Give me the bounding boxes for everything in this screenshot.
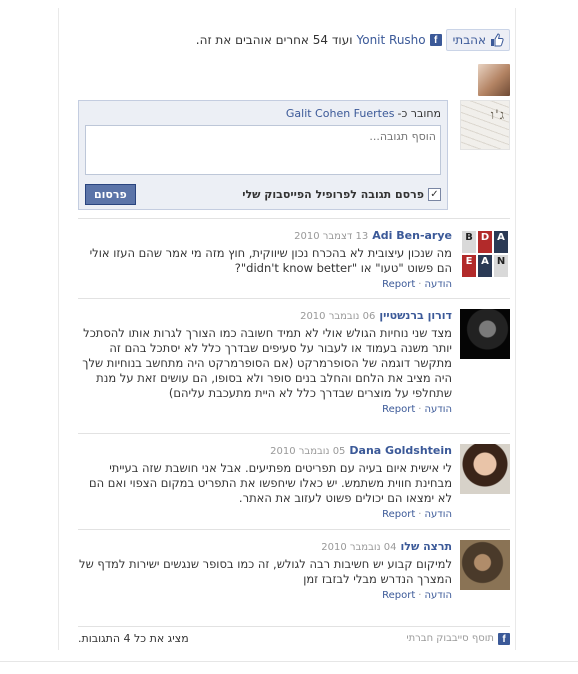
comment-text: לי אישית איום בעיה עם תפריטים מפתיעים. א… bbox=[88, 461, 452, 505]
comment-text: מצד שני נוחיות הגולש אולי לא תמיד חשובה … bbox=[82, 326, 452, 400]
commenter-avatar bbox=[460, 540, 510, 590]
posting-as: מחובר כ- Galit Cohen Fuertes bbox=[85, 107, 441, 123]
commenter-name[interactable]: Adi Ben-arye bbox=[372, 229, 452, 242]
commenter-avatar: A D B N A E bbox=[460, 229, 510, 279]
like-summary: Yonit Rusho ועוד 54 אחרים אוהבים את זה. bbox=[196, 33, 426, 47]
avatar-letter: B bbox=[462, 231, 476, 253]
avatar-letter: A bbox=[494, 231, 508, 253]
post-to-profile-option[interactable]: ✓ פרסם תגובה לפרופיל הפייסבוק שלי bbox=[242, 188, 441, 201]
like-button-label: אהבתי bbox=[452, 33, 486, 47]
separator: · bbox=[418, 590, 422, 601]
report-link[interactable]: Report bbox=[382, 590, 415, 601]
reply-link[interactable]: הודעה bbox=[424, 590, 452, 601]
friend-link[interactable]: Yonit Rusho bbox=[356, 33, 425, 47]
like-button[interactable]: אהבתי bbox=[445, 29, 510, 51]
comment-item: Dana Goldshtein 05 נובמבר 2010 לי אישית … bbox=[78, 433, 510, 529]
reply-link[interactable]: הודעה bbox=[424, 279, 452, 290]
comment-item: A D B N A E Adi Ben-arye 13 דצמבר 2010 מ… bbox=[78, 218, 510, 298]
reply-link[interactable]: הודעה bbox=[424, 509, 452, 520]
composer-avatar-scribble: ג'ו bbox=[490, 108, 505, 123]
avatar-letter: N bbox=[494, 255, 508, 277]
post-to-profile-checkbox[interactable]: ✓ bbox=[428, 188, 441, 201]
comment-date: 06 נובמבר 2010 bbox=[300, 311, 376, 322]
commenter-avatar bbox=[460, 309, 510, 359]
comment-header: דורון ברנשטיין 06 נובמבר 2010 bbox=[78, 309, 452, 322]
comment-composer: מחובר כ- Galit Cohen Fuertes ✓ פרסם תגוב… bbox=[78, 100, 448, 210]
reply-link[interactable]: הודעה bbox=[424, 404, 452, 415]
report-link[interactable]: Report bbox=[382, 279, 415, 290]
comment-header: תרצה שלו 04 נובמבר 2010 bbox=[78, 540, 452, 553]
separator: · bbox=[418, 509, 422, 520]
comment-date: 04 נובמבר 2010 bbox=[321, 542, 397, 553]
post-button[interactable]: פרסום bbox=[85, 184, 136, 205]
social-plugin-credit[interactable]: f תוסף סייבבוק חברתי bbox=[406, 632, 510, 645]
comment-date: 13 דצמבר 2010 bbox=[294, 231, 369, 242]
comment-actions: הודעה · Report bbox=[78, 404, 452, 415]
commenter-avatar bbox=[460, 444, 510, 494]
separator: · bbox=[418, 404, 422, 415]
comment-text: למיקום קבוע יש חשיבות רבה לגולש, זה כמו … bbox=[79, 557, 452, 586]
posting-as-prefix: מחובר כ- bbox=[397, 107, 441, 120]
plugin-footer: מציג את כל 4 התגובות. f תוסף סייבבוק חבר… bbox=[78, 626, 510, 650]
others-text: ועוד 54 אחרים אוהבים את זה. bbox=[195, 33, 353, 47]
comment-actions: הודעה · Report bbox=[78, 509, 452, 520]
show-all-comments[interactable]: מציג את כל 4 התגובות. bbox=[78, 632, 189, 645]
comment-text: מה שנכון עיצובית לא בהכרח נכון שיווקית, … bbox=[89, 246, 452, 275]
comment-list: A D B N A E Adi Ben-arye 13 דצמבר 2010 מ… bbox=[78, 218, 510, 611]
comment-header: Dana Goldshtein 05 נובמבר 2010 bbox=[78, 444, 452, 457]
composer-avatar: ג'ו bbox=[460, 100, 510, 150]
comment-actions: הודעה · Report bbox=[78, 590, 452, 601]
posting-as-name[interactable]: Galit Cohen Fuertes bbox=[286, 107, 395, 123]
comment-item: דורון ברנשטיין 06 נובמבר 2010 מצד שני נו… bbox=[78, 298, 510, 433]
comment-header: Adi Ben-arye 13 דצמבר 2010 bbox=[78, 229, 452, 242]
like-row: אהבתי f Yonit Rusho ועוד 54 אחרים אוהבים… bbox=[78, 28, 510, 52]
commenter-name[interactable]: דורון ברנשטיין bbox=[379, 309, 452, 322]
avatar-letter: E bbox=[462, 255, 476, 277]
comment-date: 05 נובמבר 2010 bbox=[270, 446, 346, 457]
comment-item: תרצה שלו 04 נובמבר 2010 למיקום קבוע יש ח… bbox=[78, 529, 510, 611]
comment-input[interactable] bbox=[85, 125, 441, 175]
facebook-icon: f bbox=[429, 34, 442, 46]
comments-plugin: אהבתי f Yonit Rusho ועוד 54 אחרים אוהבים… bbox=[78, 28, 510, 645]
commenter-name[interactable]: Dana Goldshtein bbox=[349, 444, 452, 457]
avatar-letter: A bbox=[478, 255, 492, 277]
social-plugin-label: תוסף סייבבוק חברתי bbox=[406, 633, 494, 644]
avatar-letter: D bbox=[478, 231, 492, 253]
user-avatar bbox=[478, 64, 510, 96]
report-link[interactable]: Report bbox=[382, 509, 415, 520]
page-divider bbox=[0, 661, 578, 662]
facebook-icon: f bbox=[498, 632, 510, 645]
commenter-name[interactable]: תרצה שלו bbox=[401, 540, 452, 553]
composer-actions: ✓ פרסם תגובה לפרופיל הפייסבוק שלי פרסום bbox=[85, 184, 441, 205]
thumbs-up-icon bbox=[491, 33, 504, 47]
comment-actions: הודעה · Report bbox=[78, 279, 452, 290]
report-link[interactable]: Report bbox=[382, 404, 415, 415]
post-to-profile-label: פרסם תגובה לפרופיל הפייסבוק שלי bbox=[242, 188, 424, 201]
separator: · bbox=[418, 279, 422, 290]
